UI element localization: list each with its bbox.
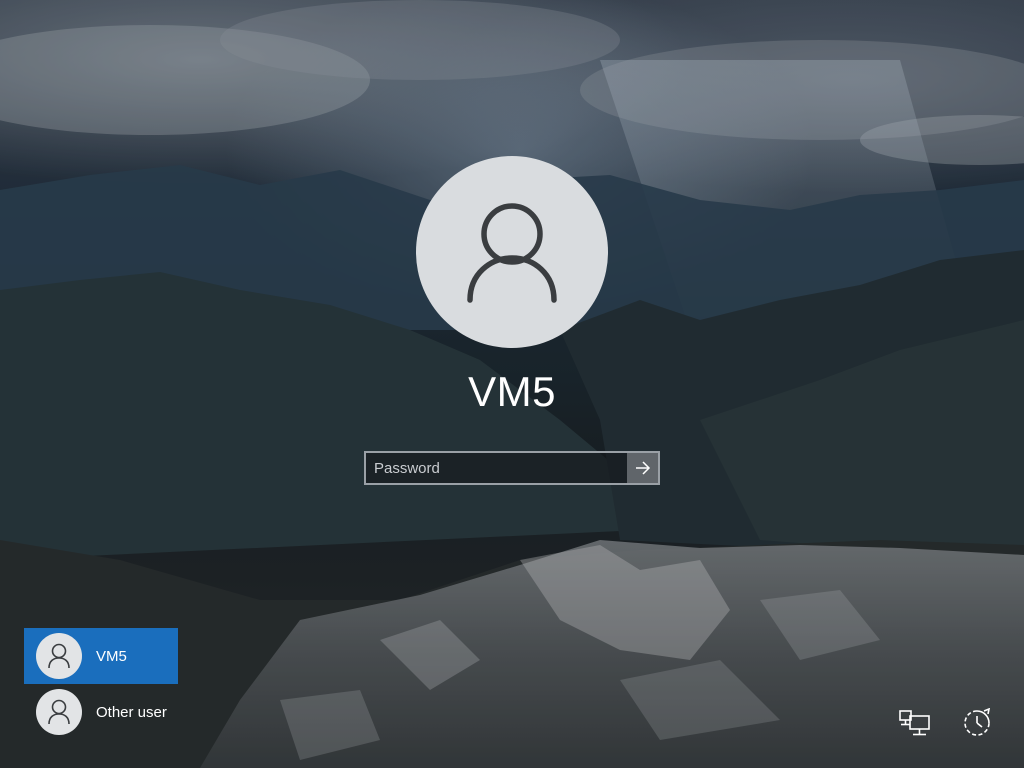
password-input[interactable] — [366, 453, 627, 483]
lock-screen: VM5 VM5 Other user — [0, 0, 1024, 768]
user-silhouette-icon — [467, 203, 557, 303]
submit-button[interactable] — [627, 453, 658, 483]
user-silhouette-icon — [48, 699, 70, 725]
network-icon — [899, 710, 930, 736]
system-tray — [898, 708, 994, 738]
ease-of-access-icon — [964, 708, 991, 736]
user-tile-label: VM5 — [96, 647, 127, 665]
avatar — [36, 689, 82, 735]
network-button[interactable] — [898, 708, 932, 738]
user-silhouette-icon — [48, 643, 70, 669]
user-switcher-list: VM5 Other user — [24, 628, 178, 740]
username-heading: VM5 — [468, 368, 556, 415]
avatar — [36, 633, 82, 679]
user-tile-other-user[interactable]: Other user — [24, 684, 178, 740]
arrow-right-icon — [635, 461, 650, 475]
ease-of-access-button[interactable] — [960, 708, 994, 738]
password-field-container — [364, 451, 660, 485]
user-avatar-large — [416, 156, 608, 348]
user-tile-vm5[interactable]: VM5 — [24, 628, 178, 684]
user-tile-label: Other user — [96, 703, 167, 721]
